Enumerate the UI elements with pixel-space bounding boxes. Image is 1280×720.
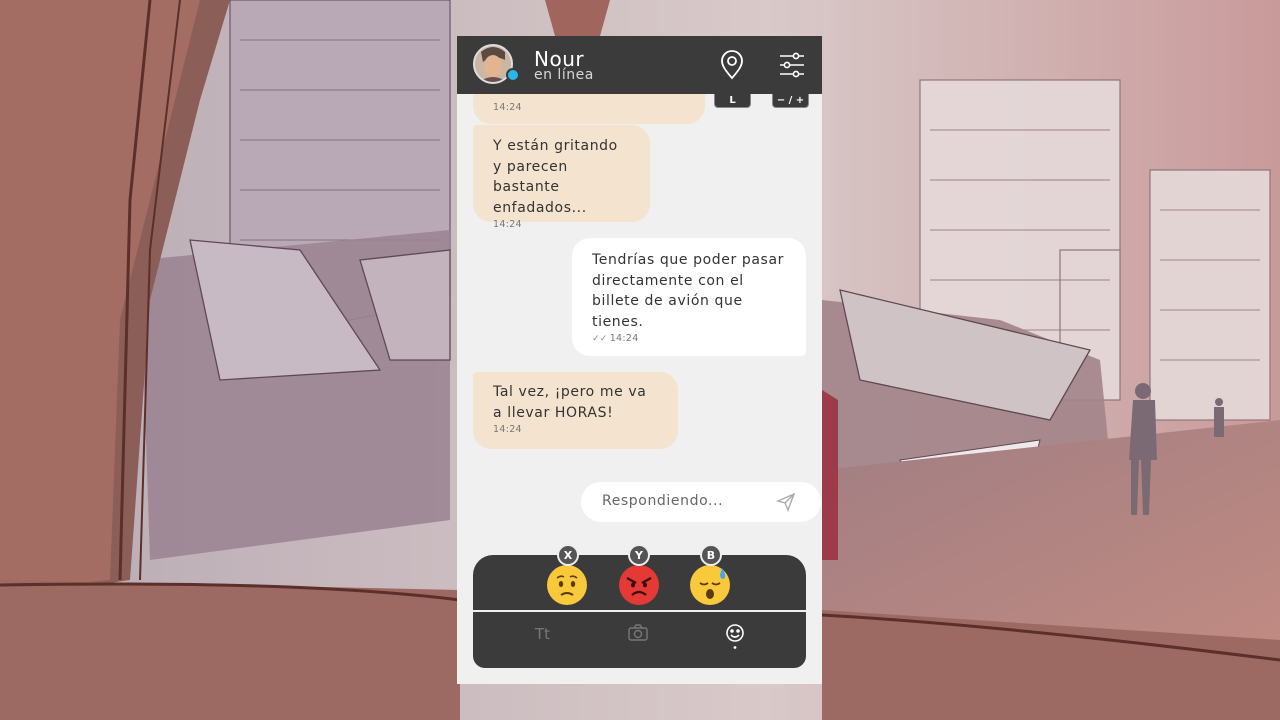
camera-icon[interactable] [628,624,648,642]
message-text: Y están gritando y parecen bastante enfa… [493,138,618,216]
send-icon[interactable] [776,492,796,512]
worried-face-icon[interactable] [546,564,588,606]
location-pin-icon[interactable] [717,49,747,81]
contact-status: en línea [534,67,594,83]
phone-chat-window: 14:24 Y están gritando y parecen bastant… [457,36,822,684]
reply-placeholder: Respondiendo... [602,493,724,509]
location-key-hint: L [714,94,751,108]
read-ticks-icon: ✓✓ [592,334,608,344]
sliders-icon[interactable] [777,49,807,81]
message-time-row: ✓✓ 14:24 [592,333,786,345]
reaction-panel: X Y B Tt [473,544,806,668]
message-bubble-incoming: Y están gritando y parecen bastante enfa… [473,125,650,230]
x-button-hint: X [557,544,579,566]
smiley-icon[interactable] [725,624,745,650]
reply-input[interactable]: Respondiendo... [581,482,821,522]
chat-header: Nour en línea [457,36,822,94]
y-button-hint: Y [628,544,650,566]
panel-divider [473,610,806,612]
message-bubble-incoming: Tal vez, ¡pero me va a llevar HORAS! 14:… [473,372,678,449]
message-text: Tal vez, ¡pero me va a llevar HORAS! [493,384,647,421]
b-button-hint: B [700,544,722,566]
message-time: 14:24 [493,424,522,435]
message-time: 14:24 [493,219,522,230]
message-bubble-outgoing: Tendrías que poder pasar directamente co… [572,238,806,356]
anxious-sweat-face-icon[interactable] [689,564,731,606]
zoom-key-hint: − / + [772,94,809,108]
message-time: 14:24 [609,333,639,344]
angry-face-icon[interactable] [618,564,660,606]
online-status-dot [506,68,520,82]
text-tool-button[interactable]: Tt [535,625,550,643]
message-text: Tendrías que poder pasar directamente co… [592,252,784,330]
message-time: 14:24 [493,102,522,113]
